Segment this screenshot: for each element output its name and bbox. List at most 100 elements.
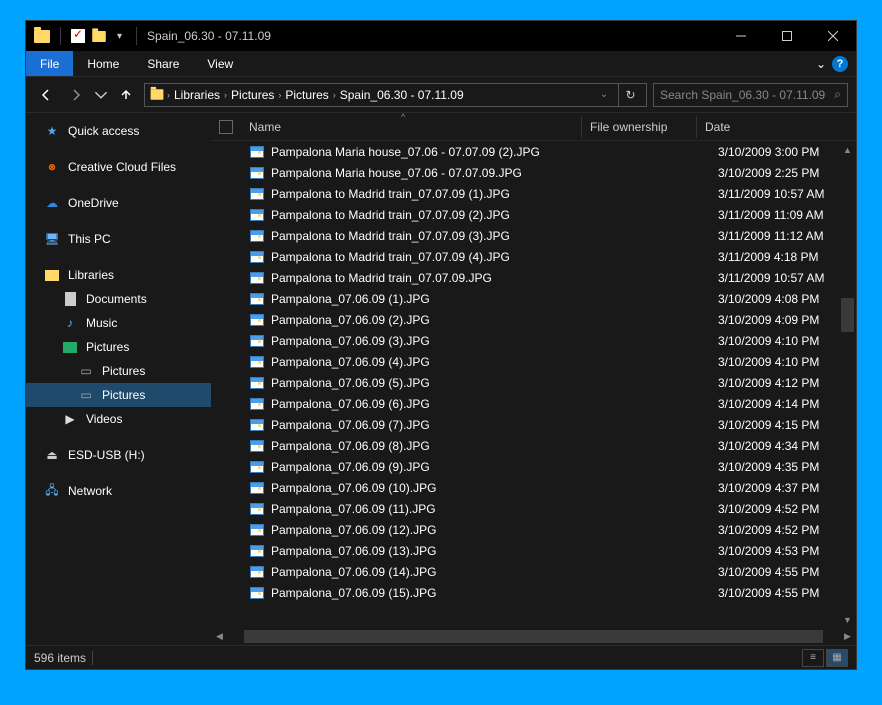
crumb-pictures[interactable]: Pictures: [229, 88, 276, 102]
file-row[interactable]: Pampalona to Madrid train_07.07.09 (2).J…: [211, 204, 856, 225]
crumb-current[interactable]: Spain_06.30 - 07.11.09: [338, 88, 466, 102]
file-row[interactable]: Pampalona_07.06.09 (8).JPG3/10/2009 4:34…: [211, 435, 856, 456]
file-row[interactable]: Pampalona_07.06.09 (10).JPG3/10/2009 4:3…: [211, 477, 856, 498]
navbar: › Libraries › Pictures › Pictures › Spai…: [26, 77, 856, 113]
forward-button[interactable]: [64, 83, 88, 107]
nav-pictures-sub2[interactable]: ▭Pictures: [26, 383, 211, 407]
file-row[interactable]: Pampalona_07.06.09 (14).JPG3/10/2009 4:5…: [211, 561, 856, 582]
search-input[interactable]: [660, 88, 834, 102]
search-icon[interactable]: ⌕: [834, 87, 841, 102]
file-row[interactable]: Pampalona_07.06.09 (13).JPG3/10/2009 4:5…: [211, 540, 856, 561]
file-date: 3/11/2009 10:57 AM: [718, 271, 856, 285]
view-details-button[interactable]: ≡: [802, 649, 824, 667]
col-name[interactable]: Name: [249, 116, 581, 138]
file-list[interactable]: Pampalona Maria house_07.06 - 07.07.09 (…: [211, 141, 856, 628]
file-date: 3/10/2009 4:08 PM: [718, 292, 856, 306]
file-row[interactable]: Pampalona to Madrid train_07.07.09.JPG 3/…: [211, 267, 856, 288]
file-row[interactable]: Pampalona_07.06.09 (12).JPG3/10/2009 4:5…: [211, 519, 856, 540]
file-date: 3/10/2009 4:12 PM: [718, 376, 856, 390]
qat-newfolder-icon[interactable]: [91, 28, 107, 44]
image-file-icon: [249, 144, 265, 160]
back-button[interactable]: [34, 83, 58, 107]
addressbar[interactable]: › Libraries › Pictures › Pictures › Spai…: [144, 83, 647, 107]
file-row[interactable]: Pampalona Maria house_07.06 - 07.07.09 (…: [211, 141, 856, 162]
help-icon[interactable]: ?: [832, 56, 848, 72]
file-name: Pampalona_07.06.09 (14).JPG: [271, 565, 603, 579]
file-row[interactable]: Pampalona_07.06.09 (9).JPG3/10/2009 4:35…: [211, 456, 856, 477]
nav-videos[interactable]: ▶Videos: [26, 407, 211, 431]
file-date: 3/11/2009 4:18 PM: [718, 250, 856, 264]
file-row[interactable]: Pampalona to Madrid train_07.07.09 (3).J…: [211, 225, 856, 246]
status-item-count: 596 items: [34, 651, 86, 665]
horizontal-scrollbar[interactable]: ◀ ▶: [211, 628, 856, 645]
nav-pane[interactable]: ★Quick access ⊗Creative Cloud Files ☁One…: [26, 113, 211, 645]
column-headers[interactable]: Name ^ File ownership Date: [211, 113, 856, 141]
nav-this-pc[interactable]: 🖥This PC: [26, 227, 211, 251]
tab-home[interactable]: Home: [73, 51, 133, 76]
file-row[interactable]: Pampalona Maria house_07.06 - 07.07.09.J…: [211, 162, 856, 183]
file-row[interactable]: Pampalona_07.06.09 (6).JPG3/10/2009 4:14…: [211, 393, 856, 414]
file-row[interactable]: Pampalona_07.06.09 (7).JPG3/10/2009 4:15…: [211, 414, 856, 435]
image-file-icon: [249, 564, 265, 580]
file-row[interactable]: Pampalona_07.06.09 (4).JPG3/10/2009 4:10…: [211, 351, 856, 372]
image-file-icon: [249, 228, 265, 244]
address-dropdown-icon[interactable]: ⌄: [596, 89, 612, 100]
ribbon-expand-icon[interactable]: ⌄: [816, 57, 826, 71]
file-row[interactable]: Pampalona_07.06.09 (3).JPG3/10/2009 4:10…: [211, 330, 856, 351]
nav-pictures-lib[interactable]: Pictures: [26, 335, 211, 359]
file-name: Pampalona to Madrid train_07.07.09.JPG: [271, 271, 603, 285]
crumb-libraries[interactable]: Libraries: [172, 88, 222, 102]
file-row[interactable]: Pampalona_07.06.09 (2).JPG3/10/2009 4:09…: [211, 309, 856, 330]
file-row[interactable]: Pampalona_07.06.09 (5).JPG3/10/2009 4:12…: [211, 372, 856, 393]
nav-libraries[interactable]: Libraries: [26, 263, 211, 287]
hscroll-thumb[interactable]: [244, 630, 823, 643]
scroll-right-icon[interactable]: ▶: [839, 628, 856, 645]
file-row[interactable]: Pampalona_07.06.09 (11).JPG3/10/2009 4:5…: [211, 498, 856, 519]
nav-documents[interactable]: Documents: [26, 287, 211, 311]
nav-onedrive[interactable]: ☁OneDrive: [26, 191, 211, 215]
file-row[interactable]: Pampalona_07.06.09 (15).JPG3/10/2009 4:5…: [211, 582, 856, 603]
file-row[interactable]: Pampalona to Madrid train_07.07.09 (4).J…: [211, 246, 856, 267]
select-all-checkbox[interactable]: [219, 120, 233, 134]
nav-esd-usb[interactable]: ⏏ESD-USB (H:): [26, 443, 211, 467]
qat-properties-icon[interactable]: [71, 29, 85, 43]
col-ownership[interactable]: File ownership: [581, 116, 696, 138]
col-date[interactable]: Date: [696, 116, 738, 138]
titlebar[interactable]: ▾ Spain_06.30 - 07.11.09: [26, 21, 856, 51]
vertical-scrollbar[interactable]: ▲ ▼: [839, 141, 856, 628]
nav-music[interactable]: ♪Music: [26, 311, 211, 335]
minimize-button[interactable]: [718, 21, 764, 51]
file-name: Pampalona_07.06.09 (7).JPG: [271, 418, 603, 432]
file-name: Pampalona_07.06.09 (4).JPG: [271, 355, 603, 369]
crumb-pictures-2[interactable]: Pictures: [283, 88, 330, 102]
documents-icon: [62, 291, 78, 307]
network-icon: 🖧: [44, 483, 60, 499]
nav-quick-access[interactable]: ★Quick access: [26, 119, 211, 143]
scroll-up-icon[interactable]: ▲: [839, 141, 856, 158]
qat-customize-icon[interactable]: ▾: [113, 31, 126, 42]
file-date: 3/11/2009 10:57 AM: [718, 187, 856, 201]
file-row[interactable]: Pampalona_07.06.09 (1).JPG3/10/2009 4:08…: [211, 288, 856, 309]
statusbar: 596 items ≡ ▦: [26, 645, 856, 669]
tab-share[interactable]: Share: [133, 51, 193, 76]
videos-icon: ▶: [62, 411, 78, 427]
scroll-left-icon[interactable]: ◀: [211, 628, 228, 645]
file-row[interactable]: Pampalona to Madrid train_07.07.09 (1).J…: [211, 183, 856, 204]
nav-creative-cloud[interactable]: ⊗Creative Cloud Files: [26, 155, 211, 179]
nav-network[interactable]: 🖧Network: [26, 479, 211, 503]
vscroll-thumb[interactable]: [841, 298, 854, 332]
up-button[interactable]: [114, 83, 138, 107]
close-button[interactable]: [810, 21, 856, 51]
file-explorer-window: ▾ Spain_06.30 - 07.11.09 File Home Share…: [25, 20, 857, 670]
view-thumbnails-button[interactable]: ▦: [826, 649, 848, 667]
file-date: 3/10/2009 4:52 PM: [718, 502, 856, 516]
tab-file[interactable]: File: [26, 51, 73, 76]
searchbox[interactable]: ⌕: [653, 83, 848, 107]
nav-pictures-sub1[interactable]: ▭Pictures: [26, 359, 211, 383]
content-pane: Name ^ File ownership Date Pampalona Mar…: [211, 113, 856, 645]
maximize-button[interactable]: [764, 21, 810, 51]
tab-view[interactable]: View: [193, 51, 247, 76]
scroll-down-icon[interactable]: ▼: [839, 611, 856, 628]
recent-locations-button[interactable]: [94, 83, 108, 107]
refresh-button[interactable]: ↻: [618, 83, 642, 107]
